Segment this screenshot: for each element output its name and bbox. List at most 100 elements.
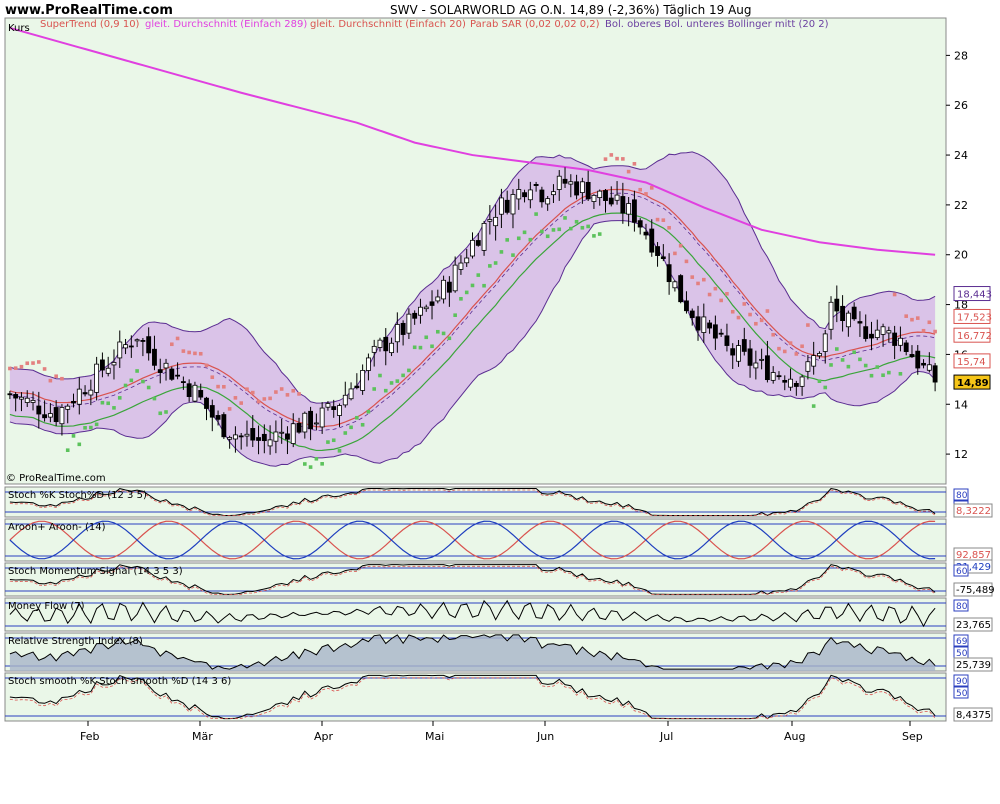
candle-body [152,348,157,366]
candle-body [522,192,527,198]
candle-body [140,340,146,342]
candle-body [608,197,614,205]
candle-body [666,264,672,283]
candle-body [747,348,753,366]
candle-body [579,181,585,194]
panel-label: Aroon+ Aroon- (14) [8,522,106,533]
sar-dot [245,387,249,391]
sar-dot [846,364,851,369]
candle-body [76,388,82,405]
sar-dot [464,290,469,295]
candle-body [921,362,926,366]
sar-dot [25,361,30,366]
sar-dot [817,379,822,383]
candle-body [828,301,834,330]
sar-dot [175,336,180,341]
panel-label: Stoch smooth %K Stoch smooth %D (14 3 6) [8,676,231,687]
x-tick-label: Sep [902,730,923,743]
candle-body [660,256,666,259]
candle-body [65,405,71,410]
sar-dot [418,345,423,350]
candle-body [516,189,522,200]
candle-body [302,412,308,433]
candle-body [782,379,788,383]
panel-value: -75,489 [956,585,995,596]
sar-dot [441,331,446,336]
legend-item: Parab SAR (0,02 0,02 0,2) [470,19,600,30]
candle-body [313,422,319,425]
candle-body [180,381,186,383]
candle-body [504,199,510,213]
panel-value: 8,3222 [956,506,991,517]
candle-body [730,348,736,356]
sar-dot [615,156,619,161]
sar-dot [401,373,405,378]
sar-dot [222,384,226,389]
sar-dot [788,341,793,345]
sar-dot [355,415,359,420]
sar-dot [239,401,243,405]
candle-body [331,406,337,410]
sar-dot [869,373,874,378]
candle-body [175,374,181,377]
candle-body [603,190,608,201]
candle-body [741,339,747,352]
candle-body [458,262,464,270]
candle-body [19,396,24,400]
sar-dot [42,367,47,371]
sar-dot [649,186,654,190]
candle-body [134,339,140,342]
sar-dot [661,218,666,222]
sar-dot [146,385,151,390]
candle-body [527,189,533,201]
price-tag-label: 15,74 [957,357,986,368]
sar-dot [730,309,735,314]
candle-body [232,434,238,440]
candle-body [880,326,886,335]
sar-dot [782,349,787,354]
candle-body [169,368,175,380]
panel-aroon [4,518,947,562]
candle-body [290,423,296,444]
candle-body [788,378,793,388]
sar-dot [794,352,799,356]
price-tag-label: 14,89 [957,378,989,389]
candle-body [464,257,470,264]
sar-dot [216,384,220,389]
sar-dot [748,312,752,317]
candle-body [857,321,863,324]
candle-body [672,281,678,289]
candle-body [267,439,273,447]
sar-dot [771,332,775,337]
candle-body [926,364,932,371]
sar-dot [713,286,718,291]
candle-body [342,394,348,406]
candle-body [545,198,551,205]
candle-body [840,305,846,322]
sar-dot [89,425,93,430]
sar-dot [887,370,891,375]
trading-chart: 121416182022242628www.ProRealTime.comSWV… [0,0,1000,800]
candle-body [13,394,19,399]
sar-dot [499,250,504,254]
sar-dot [71,434,76,438]
x-tick-label: Mai [425,730,444,743]
sar-dot [574,219,579,224]
candle-body [59,407,65,425]
legend-item: gleit. Durchschnitt (Einfach 289) [145,19,307,30]
sar-dot [291,388,296,393]
candle-body [701,316,707,333]
sar-dot [453,313,457,317]
sar-dot [193,351,197,356]
sar-dot [430,344,434,349]
sar-dot [690,275,695,279]
sar-dot [609,153,614,157]
sar-dot [37,360,41,364]
sar-dot [13,366,18,370]
candle-body [221,414,227,438]
sar-dot [210,375,215,380]
panel-level-label: 80 [956,491,968,501]
x-tick-label: Jul [659,730,673,743]
chart-canvas: 121416182022242628www.ProRealTime.comSWV… [0,0,1000,800]
x-tick-label: Apr [314,730,334,743]
